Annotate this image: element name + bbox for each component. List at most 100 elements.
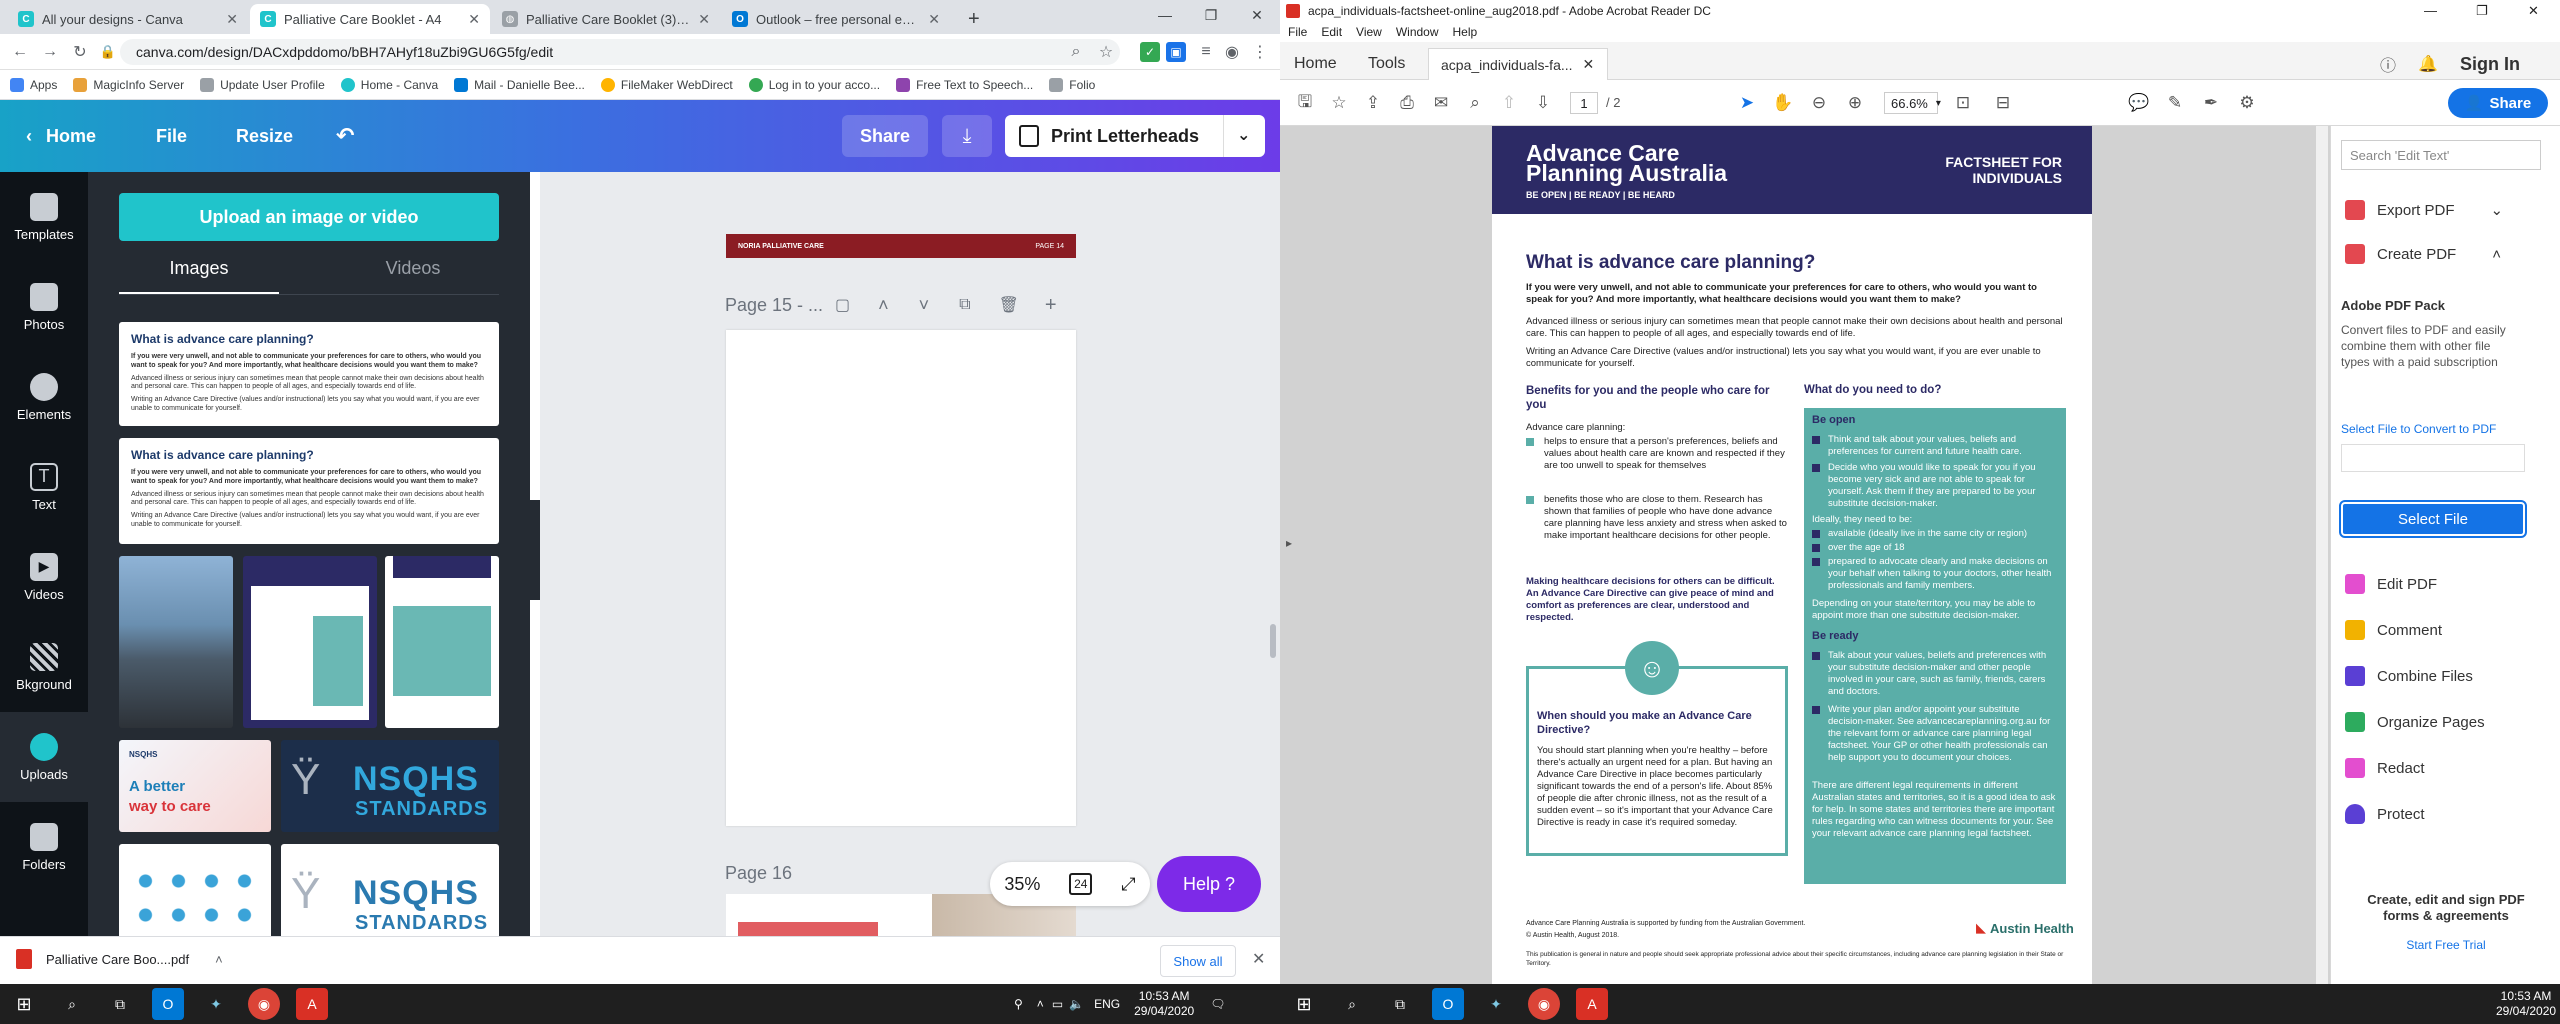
upload-thumbnail-standards-grid[interactable] <box>119 844 271 940</box>
windows-start-icon[interactable]: ⊞ <box>8 988 40 1020</box>
bookmark-folio[interactable]: Folio <box>1049 77 1095 92</box>
redact-item[interactable]: Redact <box>2345 758 2425 778</box>
acrobat-icon[interactable]: A <box>1576 988 1608 1020</box>
page-number-input[interactable]: 1 <box>1570 92 1598 114</box>
search-icon[interactable]: ⌕ <box>1336 988 1368 1020</box>
chrome-tab-pdf[interactable]: ◍ Palliative Care Booklet (3).pdf ✕ <box>492 4 720 34</box>
close-window-icon[interactable]: ✕ <box>1234 0 1280 30</box>
left-panel-toggle[interactable]: ▸ <box>1286 536 1292 550</box>
chrome-icon[interactable]: ◉ <box>1528 988 1560 1020</box>
extension-icon[interactable]: ▣ <box>1166 42 1186 62</box>
close-icon[interactable]: ✕ <box>928 11 940 28</box>
highlight-icon[interactable]: ✎ <box>2164 92 2186 114</box>
bookmark-mail[interactable]: Mail - Danielle Bee... <box>454 77 585 92</box>
upload-thumbnail-doc[interactable]: What is advance care planning? If you wer… <box>119 322 499 426</box>
forward-icon[interactable]: → <box>40 42 60 62</box>
create-pdf-item[interactable]: Create PDF ˄ <box>2345 244 2501 264</box>
document-scrollbar[interactable] <box>2316 126 2328 984</box>
close-icon[interactable]: ✕ <box>468 11 480 28</box>
tab-tools[interactable]: Tools <box>1368 48 1428 80</box>
help-button[interactable]: Help ? <box>1157 856 1261 912</box>
combine-files-item[interactable]: Combine Files <box>2345 666 2473 686</box>
close-icon[interactable]: ✕ <box>1252 949 1265 969</box>
upload-button[interactable]: Upload an image or video <box>119 193 499 241</box>
sidebar-item-photos[interactable]: Photos <box>0 262 88 352</box>
upload-thumbnail-factsheet[interactable] <box>385 556 499 728</box>
trash-icon[interactable]: 🗑 <box>999 295 1019 315</box>
sign-in-button[interactable]: Sign In <box>2460 48 2520 80</box>
fit-page-icon[interactable]: ⊡ <box>1952 92 1974 114</box>
tools-search-input[interactable]: Search 'Edit Text' <box>2341 140 2541 170</box>
sidebar-item-background[interactable]: Bkground <box>0 622 88 712</box>
organize-pages-item[interactable]: Organize Pages <box>2345 712 2485 732</box>
page-15-canvas[interactable] <box>726 330 1076 826</box>
task-view-icon[interactable]: ⧉ <box>104 988 136 1020</box>
page-15-label[interactable]: Page 15 - ... <box>725 295 835 316</box>
print-letterheads-button[interactable]: Print Letterheads ⌄ <box>1005 115 1265 157</box>
profile-icon[interactable]: ◉ <box>1222 42 1242 62</box>
fill-sign-icon[interactable]: ⚙ <box>2236 92 2258 114</box>
chrome-tab-outlook[interactable]: O Outlook – free personal email an ✕ <box>722 4 950 34</box>
menu-window[interactable]: Window <box>1396 25 1439 39</box>
search-icon[interactable]: ⌕ <box>1066 42 1086 62</box>
menu-edit[interactable]: Edit <box>1321 25 1342 39</box>
canvas-scrollbar[interactable] <box>1270 232 1276 932</box>
notes-icon[interactable]: ▢ <box>835 295 850 315</box>
volume-icon[interactable]: 🔈 <box>1069 997 1084 1011</box>
url-bar[interactable]: canva.com/design/DACxdpddomo/bBH7AHyf18u… <box>120 39 1120 65</box>
share-button[interactable]: 👤 Share <box>2448 88 2548 118</box>
chevron-up-icon[interactable]: ˄ <box>1037 997 1044 1011</box>
chrome-tab-all-designs[interactable]: C All your designs - Canva ✕ <box>8 4 248 34</box>
network-icon[interactable]: ▭ <box>1052 997 1063 1011</box>
tab-videos[interactable]: Videos <box>333 258 493 279</box>
chrome-icon[interactable]: ◉ <box>248 988 280 1020</box>
new-tab-icon[interactable]: + <box>968 8 980 31</box>
close-icon[interactable]: ✕ <box>1583 56 1595 73</box>
zoom-in-icon[interactable]: ⊕ <box>1844 92 1866 114</box>
chevron-up-icon[interactable]: ˄ <box>215 952 223 967</box>
outlook-icon[interactable]: O <box>152 988 184 1020</box>
hand-tool-icon[interactable]: ✋ <box>1772 92 1794 114</box>
zoom-search-icon[interactable]: ⌕ <box>1464 92 1486 114</box>
clock[interactable]: 10:53 AM 29/04/2020 <box>1134 989 1194 1019</box>
menu-file[interactable]: File <box>1288 25 1307 39</box>
chevron-down-icon[interactable]: ⌄ <box>1237 125 1250 145</box>
minimize-icon[interactable]: — <box>2424 3 2437 18</box>
back-icon[interactable]: ← <box>10 42 30 62</box>
zoom-select[interactable]: 66.6% ▾ <box>1884 92 1941 114</box>
tab-images[interactable]: Images <box>119 258 279 279</box>
chrome-tab-booklet[interactable]: C Palliative Care Booklet - A4 ✕ <box>250 4 490 34</box>
scroll-mode-icon[interactable]: ⊟ <box>1992 92 2014 114</box>
close-icon[interactable]: ✕ <box>698 11 710 28</box>
upload-thumbnail-nsqhs-light[interactable]: Ÿ NSQHS STANDARDS <box>281 844 499 940</box>
upload-thumbnail-doc[interactable]: What is advance care planning? If you wer… <box>119 438 499 544</box>
citrix-icon[interactable]: ✦ <box>1480 988 1512 1020</box>
sidebar-item-elements[interactable]: Elements <box>0 352 88 442</box>
share-button[interactable]: Share <box>842 115 928 157</box>
bookmark-apps[interactable]: Apps <box>10 77 57 92</box>
chevron-up-icon[interactable]: ˄ <box>878 295 889 316</box>
undo-icon[interactable]: ↶ <box>336 100 354 172</box>
page-count-badge[interactable]: 24 <box>1069 873 1093 895</box>
add-page-icon[interactable]: + <box>1045 294 1057 317</box>
print-icon[interactable]: ⎙ <box>1396 92 1418 114</box>
more-icon[interactable]: ⋮ <box>1250 42 1270 62</box>
menu-help[interactable]: Help <box>1453 25 1478 39</box>
sign-icon[interactable]: ✒ <box>2200 92 2222 114</box>
sidebar-item-text[interactable]: T Text <box>0 442 88 532</box>
windows-start-icon[interactable]: ⊞ <box>1288 988 1320 1020</box>
prev-page-icon[interactable]: ⇧ <box>1498 92 1520 114</box>
download-icon[interactable]: ⤓ <box>942 115 992 157</box>
citrix-icon[interactable]: ✦ <box>200 988 232 1020</box>
save-icon[interactable]: 🖫 <box>1294 92 1316 114</box>
reload-icon[interactable]: ↻ <box>70 42 90 62</box>
language-indicator[interactable]: ENG <box>1094 997 1120 1011</box>
maximize-icon[interactable]: ❐ <box>2476 3 2488 19</box>
zoom-level[interactable]: 35% <box>1004 874 1040 895</box>
mail-icon[interactable]: ✉ <box>1430 92 1452 114</box>
bookmark-tts[interactable]: Free Text to Speech... <box>896 77 1033 92</box>
maximize-icon[interactable]: ❐ <box>1188 0 1234 30</box>
bookmark-home-canva[interactable]: Home - Canva <box>340 77 438 92</box>
close-icon[interactable]: ✕ <box>226 11 238 28</box>
bell-icon[interactable]: 🔔 <box>2418 48 2438 80</box>
